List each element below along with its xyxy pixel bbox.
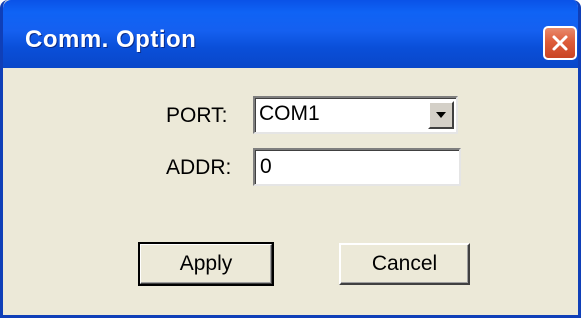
apply-button[interactable]: Apply: [138, 242, 274, 286]
window-title: Comm. Option: [25, 26, 197, 53]
addr-field[interactable]: [253, 148, 461, 186]
port-select[interactable]: COM1: [253, 96, 458, 134]
port-label: PORT:: [166, 104, 228, 127]
port-dropdown-button[interactable]: [428, 101, 454, 129]
close-button[interactable]: [543, 26, 577, 60]
close-icon: [552, 35, 568, 51]
title-bar[interactable]: Comm. Option: [3, 0, 578, 68]
port-selected-value: COM1: [259, 102, 320, 125]
addr-label: ADDR:: [166, 156, 232, 179]
addr-input[interactable]: [258, 153, 456, 181]
cancel-button[interactable]: Cancel: [339, 243, 470, 285]
chevron-down-icon: [436, 112, 446, 118]
comm-option-dialog: Comm. Option PORT: COM1 ADDR: Apply Canc…: [0, 0, 581, 318]
